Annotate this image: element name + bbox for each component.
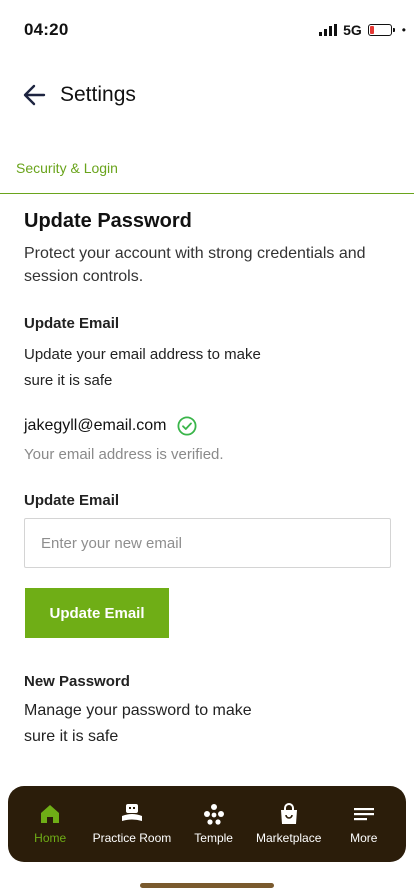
bottom-nav: Home Practice Room Temple Marketplace Mo…	[8, 786, 406, 862]
status-dot-icon: •	[401, 23, 406, 37]
nav-item-label: Home	[34, 831, 67, 845]
email-verified-text: Your email address is verified.	[24, 446, 224, 463]
check-circle-icon	[177, 416, 197, 436]
email-description-line: sure it is safe	[24, 372, 113, 389]
nav-item-practice-room[interactable]: Practice Room	[92, 803, 172, 845]
email-description-line: Update your email address to make	[24, 346, 261, 363]
network-type: 5G	[343, 22, 362, 38]
nav-item-home[interactable]: Home	[20, 803, 80, 845]
email-section-description: Update your email address to make sure i…	[24, 342, 261, 394]
status-indicators: 5G •	[319, 22, 406, 38]
nav-item-label: Practice Room	[92, 831, 172, 845]
section-divider	[0, 193, 414, 194]
status-bar: 04:20 5G •	[0, 0, 414, 60]
nav-item-more[interactable]: More	[334, 803, 394, 845]
nav-item-label: More	[350, 831, 378, 845]
new-email-input[interactable]	[24, 518, 391, 568]
nav-item-temple[interactable]: Temple	[184, 803, 244, 845]
password-description-line: Manage your password to make	[24, 702, 252, 719]
battery-icon	[367, 24, 395, 36]
status-time: 04:20	[24, 20, 69, 39]
page-subtitle: Protect your account with strong credent…	[24, 245, 366, 285]
shopping-bag-icon	[278, 803, 300, 825]
nav-item-marketplace[interactable]: Marketplace	[256, 803, 321, 845]
home-indicator	[140, 883, 274, 888]
page-header: Settings	[22, 82, 136, 108]
practice-room-icon	[121, 803, 143, 825]
page-header-title: Settings	[60, 83, 136, 106]
temple-icon	[203, 803, 225, 825]
section-label: Security & Login	[16, 160, 118, 176]
nav-item-label: Temple	[194, 831, 233, 845]
menu-icon	[353, 803, 375, 825]
arrow-left-icon[interactable]	[22, 82, 48, 108]
update-email-button[interactable]: Update Email	[25, 588, 169, 638]
signal-icon	[319, 24, 338, 36]
home-icon	[39, 803, 61, 825]
current-email: jakegyll@email.com	[24, 417, 167, 434]
email-section-heading: Update Email	[24, 315, 120, 332]
current-email-row: jakegyll@email.com	[24, 416, 197, 436]
nav-item-label: Marketplace	[256, 831, 322, 845]
password-description-line: sure it is safe	[24, 728, 119, 745]
page-title: Update Password	[24, 210, 192, 232]
title-block: Update Password Protect your account wit…	[24, 208, 394, 288]
password-section-heading: New Password	[24, 673, 130, 690]
email-input-label: Update Email	[24, 492, 120, 509]
password-section-description: Manage your password to make sure it is …	[24, 698, 252, 750]
